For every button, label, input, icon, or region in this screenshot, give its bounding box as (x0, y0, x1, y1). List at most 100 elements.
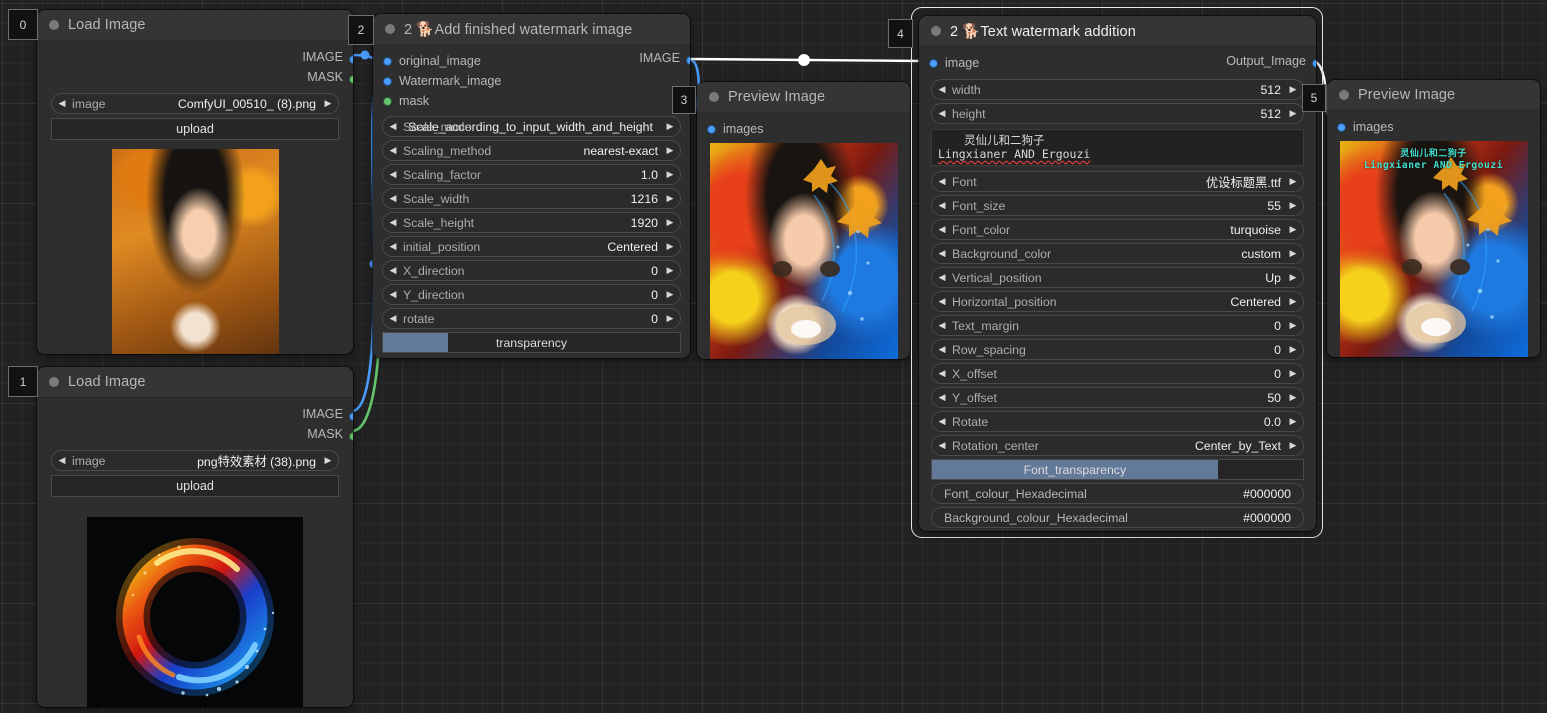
arrow-right-icon[interactable]: ▶ (1283, 85, 1303, 94)
input-port-image[interactable] (929, 58, 938, 68)
widget-image-combo[interactable]: ◀ image ComfyUI_00510_ (8).png ▶ (51, 93, 339, 114)
arrow-left-icon[interactable]: ◀ (383, 266, 403, 275)
arrow-right-icon[interactable]: ▶ (660, 146, 680, 155)
widget-text-margin[interactable]: ◀ Text_margin 0 ▶ (931, 315, 1304, 336)
arrow-left-icon[interactable]: ◀ (383, 290, 403, 299)
arrow-right-icon[interactable]: ▶ (1283, 201, 1303, 210)
widget-font-color[interactable]: ◀ Font_color turquoise ▶ (931, 219, 1304, 240)
arrow-right-icon[interactable]: ▶ (1283, 177, 1303, 186)
widget-scale-width[interactable]: ◀ Scale_width 1216 ▶ (382, 188, 681, 209)
input-slot-images[interactable]: images (707, 119, 764, 139)
widget-horizontal-position[interactable]: ◀ Horizontal_position Centered ▶ (931, 291, 1304, 312)
arrow-left-icon[interactable]: ◀ (383, 122, 403, 131)
arrow-left-icon[interactable]: ◀ (932, 393, 952, 402)
collapse-dot-icon[interactable] (49, 377, 59, 387)
node-title-bar[interactable]: 2 🐕Text watermark addition (919, 16, 1316, 46)
widget-font-size[interactable]: ◀ Font_size 55 ▶ (931, 195, 1304, 216)
output-slot-image[interactable]: IMAGE (37, 47, 353, 67)
arrow-left-icon[interactable]: ◀ (932, 225, 952, 234)
collapse-dot-icon[interactable] (709, 92, 719, 102)
arrow-left-icon[interactable]: ◀ (383, 146, 403, 155)
widget-font[interactable]: ◀ Font 优设标题黑.ttf ▶ (931, 171, 1304, 192)
widget-rotate[interactable]: ◀ Rotate 0.0 ▶ (931, 411, 1304, 432)
node-load-image-0[interactable]: Load Image IMAGE MASK ◀ image ComfyUI_00… (37, 10, 353, 354)
node-preview-image-3[interactable]: Preview Image images (697, 82, 910, 359)
arrow-left-icon[interactable]: ◀ (383, 314, 403, 323)
arrow-left-icon[interactable]: ◀ (932, 417, 952, 426)
widget-scaling-factor[interactable]: ◀ Scaling_factor 1.0 ▶ (382, 164, 681, 185)
widget-x-direction[interactable]: ◀ X_direction 0 ▶ (382, 260, 681, 281)
arrow-left-icon[interactable]: ◀ (932, 177, 952, 186)
arrow-right-icon[interactable]: ▶ (660, 194, 680, 203)
arrow-left-icon[interactable]: ◀ (383, 242, 403, 251)
arrow-right-icon[interactable]: ▶ (1283, 393, 1303, 402)
arrow-left-icon[interactable]: ◀ (383, 218, 403, 227)
arrow-left-icon[interactable]: ◀ (932, 297, 952, 306)
widget-image-combo[interactable]: ◀ image png特效素材 (38).png ▶ (51, 450, 339, 471)
arrow-left-icon[interactable]: ◀ (52, 456, 72, 465)
widget-rotate[interactable]: ◀ rotate 0 ▶ (382, 308, 681, 329)
arrow-right-icon[interactable]: ▶ (318, 99, 338, 108)
node-title-bar[interactable]: Preview Image (697, 82, 910, 112)
arrow-left-icon[interactable]: ◀ (932, 85, 952, 94)
arrow-left-icon[interactable]: ◀ (932, 109, 952, 118)
widget-row-spacing[interactable]: ◀ Row_spacing 0 ▶ (931, 339, 1304, 360)
arrow-right-icon[interactable]: ▶ (1283, 225, 1303, 234)
widget-rotation-center[interactable]: ◀ Rotation_center Center_by_Text ▶ (931, 435, 1304, 456)
output-port-image[interactable] (1312, 59, 1316, 68)
widget-width[interactable]: ◀ width 512 ▶ (931, 79, 1304, 100)
output-slot-mask[interactable]: MASK (37, 424, 353, 444)
widget-background-color[interactable]: ◀ Background_color custom ▶ (931, 243, 1304, 264)
input-slot-image[interactable]: image (929, 53, 979, 73)
arrow-right-icon[interactable]: ▶ (1283, 297, 1303, 306)
node-title-bar[interactable]: Preview Image (1327, 80, 1540, 110)
node-title-bar[interactable]: Load Image (37, 367, 353, 397)
input-port-image[interactable] (383, 56, 392, 66)
arrow-left-icon[interactable]: ◀ (932, 249, 952, 258)
input-port-image[interactable] (707, 124, 716, 134)
arrow-left-icon[interactable]: ◀ (932, 273, 952, 282)
output-port-image[interactable] (349, 412, 353, 421)
collapse-dot-icon[interactable] (385, 24, 395, 34)
arrow-right-icon[interactable]: ▶ (1283, 273, 1303, 282)
widget-scale-height[interactable]: ◀ Scale_height 1920 ▶ (382, 212, 681, 233)
arrow-right-icon[interactable]: ▶ (1283, 369, 1303, 378)
widget-font-colour-hex[interactable]: Font_colour_Hexadecimal #000000 (931, 483, 1304, 504)
arrow-left-icon[interactable]: ◀ (383, 194, 403, 203)
node-add-watermark-image[interactable]: 2 🐕Add finished watermark image original… (373, 14, 690, 358)
arrow-left-icon[interactable]: ◀ (932, 201, 952, 210)
arrow-right-icon[interactable]: ▶ (318, 456, 338, 465)
arrow-right-icon[interactable]: ▶ (660, 242, 680, 251)
output-port-image[interactable] (349, 55, 353, 64)
collapse-dot-icon[interactable] (1339, 90, 1349, 100)
arrow-left-icon[interactable]: ◀ (383, 170, 403, 179)
output-port-image[interactable] (686, 56, 690, 65)
widget-background-colour-hex[interactable]: Background_colour_Hexadecimal #000000 (931, 507, 1304, 528)
widget-initial-position[interactable]: ◀ initial_position Centered ▶ (382, 236, 681, 257)
widget-font-transparency-slider[interactable]: Font_transparency (931, 459, 1304, 480)
arrow-right-icon[interactable]: ▶ (660, 170, 680, 179)
widget-transparency-slider[interactable]: transparency (382, 332, 681, 353)
widget-scaling-method[interactable]: ◀ Scaling_method nearest-exact ▶ (382, 140, 681, 161)
node-title-bar[interactable]: 2 🐕Add finished watermark image (373, 14, 690, 44)
arrow-right-icon[interactable]: ▶ (660, 218, 680, 227)
widget-x-offset[interactable]: ◀ X_offset 0 ▶ (931, 363, 1304, 384)
input-slot-watermark-image[interactable]: Watermark_image (383, 71, 501, 91)
arrow-right-icon[interactable]: ▶ (1283, 345, 1303, 354)
widget-y-direction[interactable]: ◀ Y_direction 0 ▶ (382, 284, 681, 305)
arrow-right-icon[interactable]: ▶ (1283, 321, 1303, 330)
arrow-right-icon[interactable]: ▶ (1283, 109, 1303, 118)
widget-watermark-text-input[interactable]: 灵仙儿和二狗子 Lingxianer AND Ergouzi (931, 129, 1304, 166)
collapse-dot-icon[interactable] (931, 26, 941, 36)
input-port-image[interactable] (1337, 122, 1346, 132)
input-slot-images[interactable]: images (1337, 117, 1394, 137)
output-slot-mask[interactable]: MASK (37, 67, 353, 87)
output-port-mask[interactable] (349, 75, 353, 84)
output-slot-image[interactable]: IMAGE (37, 404, 353, 424)
collapse-dot-icon[interactable] (49, 20, 59, 30)
arrow-right-icon[interactable]: ▶ (660, 290, 680, 299)
input-slot-mask[interactable]: mask (383, 91, 429, 111)
arrow-right-icon[interactable]: ▶ (660, 122, 680, 131)
arrow-left-icon[interactable]: ◀ (932, 441, 952, 450)
arrow-right-icon[interactable]: ▶ (660, 314, 680, 323)
